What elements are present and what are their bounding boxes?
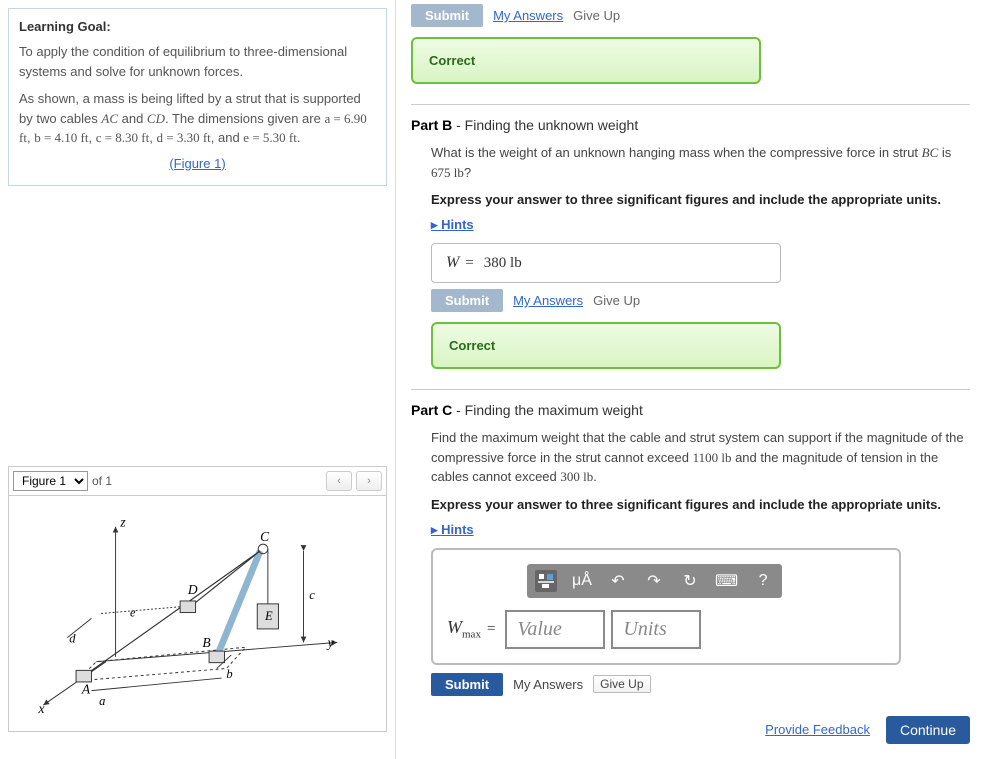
figure-header: Figure 1 of 1 ‹ › [9, 467, 386, 496]
part-b-answer-box: W = 380 lb [431, 243, 781, 283]
part-a-correct-feedback: Correct [411, 37, 761, 84]
redo-button[interactable]: ↷ [643, 570, 665, 592]
part-b-question: What is the weight of an unknown hanging… [431, 143, 970, 182]
svg-text:e: e [130, 605, 136, 619]
help-button[interactable]: ? [752, 570, 774, 592]
part-b-give-up-link[interactable]: Give Up [593, 293, 640, 308]
part-a-my-answers-link[interactable]: My Answers [493, 8, 563, 23]
part-c-heading: Part C - Finding the maximum weight [411, 402, 970, 418]
svg-text:b: b [226, 667, 232, 681]
part-c-submit-row: Submit My Answers Give Up [431, 673, 970, 696]
part-b-heading: Part B - Finding the unknown weight [411, 117, 970, 133]
svg-text:z: z [119, 514, 126, 529]
figure-link[interactable]: (Figure 1) [19, 156, 376, 171]
part-b-hints-link[interactable]: Hints [431, 217, 474, 233]
part-a-submit-row: Submit My Answers Give Up [411, 4, 970, 27]
part-c-units-input[interactable]: Units [611, 610, 701, 649]
goal-paragraph-1: To apply the condition of equilibrium to… [19, 42, 376, 81]
svg-text:E: E [264, 609, 273, 623]
svg-text:B: B [202, 635, 210, 650]
svg-text:c: c [309, 588, 315, 602]
equation-toolbar: μÅ ↶ ↷ ↻ ⌨ ? [527, 564, 782, 598]
continue-button[interactable]: Continue [886, 716, 970, 744]
reset-button[interactable]: ↻ [679, 570, 701, 592]
part-c-input-panel: μÅ ↶ ↷ ↻ ⌨ ? Wmax = Value Units [431, 548, 901, 665]
part-c-give-up-button[interactable]: Give Up [593, 675, 650, 693]
part-b-answer-value: 380 lb [484, 255, 522, 272]
part-c-hints-link[interactable]: Hints [431, 522, 474, 538]
part-c-instructions: Express your answer to three significant… [431, 497, 970, 512]
svg-text:A: A [81, 681, 91, 696]
svg-text:D: D [187, 582, 198, 597]
figure-next-button[interactable]: › [356, 471, 382, 491]
figure-count: of 1 [92, 474, 112, 488]
special-chars-button[interactable]: μÅ [571, 570, 593, 592]
provide-feedback-link[interactable]: Provide Feedback [765, 722, 870, 737]
svg-text:C: C [260, 529, 270, 544]
part-b-correct-feedback: Correct [431, 322, 781, 369]
keyboard-button[interactable]: ⌨ [715, 570, 738, 592]
undo-button[interactable]: ↶ [607, 570, 629, 592]
figure-select[interactable]: Figure 1 [13, 471, 88, 491]
svg-text:x: x [37, 700, 44, 715]
part-b-submit-button[interactable]: Submit [431, 289, 503, 312]
goal-title: Learning Goal: [19, 19, 376, 34]
part-b-instructions: Express your answer to three significant… [431, 192, 970, 207]
part-c-value-input[interactable]: Value [505, 610, 605, 649]
svg-text:d: d [69, 631, 76, 645]
part-c-my-answers-text: My Answers [513, 677, 583, 692]
part-b-submit-row: Submit My Answers Give Up [431, 289, 970, 312]
svg-text:y: y [326, 635, 334, 650]
figure-panel: Figure 1 of 1 ‹ › [8, 466, 387, 732]
learning-goal-panel: Learning Goal: To apply the condition of… [8, 8, 387, 186]
part-c-question: Find the maximum weight that the cable a… [431, 428, 970, 487]
answer-variable: W [446, 254, 459, 272]
part-a-give-up-link[interactable]: Give Up [573, 8, 620, 23]
part-b-my-answers-link[interactable]: My Answers [513, 293, 583, 308]
goal-paragraph-2: As shown, a mass is being lifted by a st… [19, 89, 376, 148]
fraction-tool-icon[interactable] [535, 570, 557, 592]
part-c-input-variable: Wmax [447, 617, 481, 641]
part-a-submit-button[interactable]: Submit [411, 4, 483, 27]
part-c-submit-button[interactable]: Submit [431, 673, 503, 696]
svg-text:a: a [99, 694, 105, 708]
figure-diagram: z y x C D E B A a b c d e [9, 496, 386, 731]
figure-prev-button[interactable]: ‹ [326, 471, 352, 491]
